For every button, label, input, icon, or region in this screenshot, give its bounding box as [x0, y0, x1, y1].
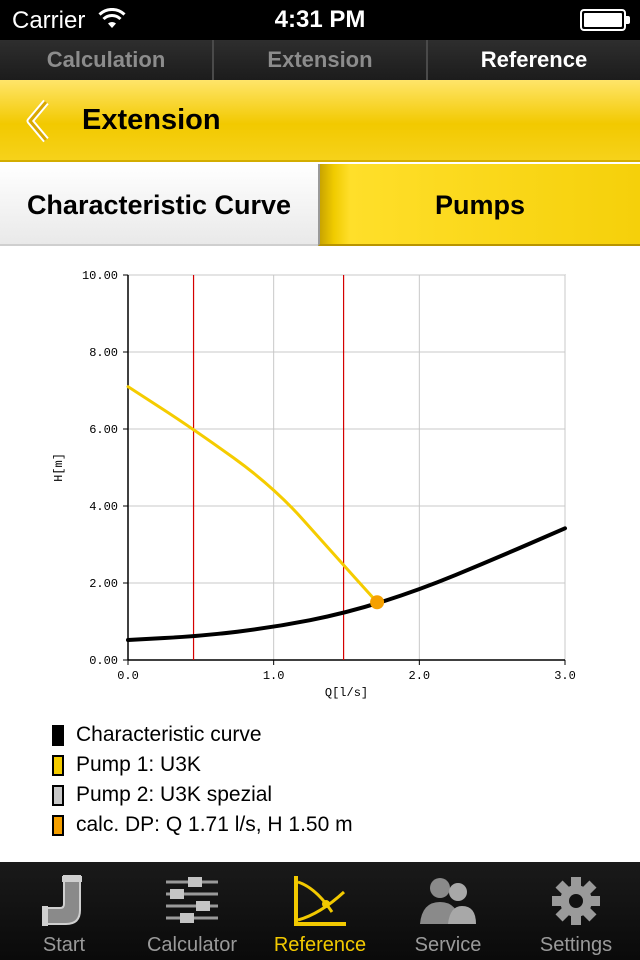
tab-calculation[interactable]: Calculation [0, 40, 214, 80]
tab-service[interactable]: Service [384, 862, 512, 960]
people-icon [420, 878, 476, 924]
curve-icon [294, 876, 346, 926]
legend-item-pump-1: Pump 1: U3K [52, 750, 353, 780]
tab-reference[interactable]: Reference [428, 40, 640, 80]
duty-point-marker [370, 595, 385, 610]
bottom-tab-bar: Start Calculator Reference Service Setti… [0, 862, 640, 960]
top-tab-bar: Calculation Extension Reference [0, 40, 640, 80]
y-tick-label: 8.00 [89, 346, 118, 360]
x-axis-label: Q[l/s] [325, 686, 368, 700]
tab-label: Reference [273, 934, 367, 956]
battery-icon [580, 9, 630, 31]
y-tick-label: 2.00 [89, 577, 118, 591]
segment-characteristic-curve[interactable]: Characteristic Curve [0, 164, 318, 246]
legend-item-duty-point: calc. DP: Q 1.71 l/s, H 1.50 m [52, 810, 353, 840]
legend-swatch [52, 724, 64, 746]
tab-extension[interactable]: Extension [214, 40, 428, 80]
status-bar: Carrier 4:31 PM [0, 0, 640, 40]
nav-header: Extension [0, 80, 640, 162]
legend-swatch [52, 814, 64, 836]
y-axis-label: H[m] [52, 453, 66, 482]
legend-swatch [52, 784, 64, 806]
y-tick-label: 0.00 [89, 654, 118, 668]
tab-label: Calculator [146, 934, 238, 956]
legend-item-pump-2: Pump 2: U3K spezial [52, 780, 353, 810]
tab-reference-bottom[interactable]: Reference [256, 862, 384, 960]
segment-pumps[interactable]: Pumps [318, 164, 640, 246]
page-title: Extension [82, 104, 221, 136]
legend-label: Characteristic curve [76, 723, 262, 746]
tab-settings[interactable]: Settings [512, 862, 640, 960]
legend-item-characteristic-curve: Characteristic curve [52, 720, 353, 750]
y-tick-label: 4.00 [89, 500, 118, 514]
gear-icon [552, 877, 600, 925]
tab-label: Service [414, 934, 482, 956]
tab-label: Settings [539, 934, 613, 956]
x-tick-label: 0.0 [117, 669, 139, 683]
clock: 4:31 PM [274, 6, 366, 33]
legend-label: Pump 2: U3K spezial [76, 783, 273, 806]
chevron-left-icon[interactable] [22, 98, 56, 144]
chart-legend: Characteristic curve Pump 1: U3K Pump 2:… [52, 720, 353, 840]
legend-label: calc. DP: Q 1.71 l/s, H 1.50 m [76, 813, 353, 836]
tab-label: Start [42, 934, 86, 956]
x-tick-label: 1.0 [263, 669, 285, 683]
y-tick-label: 6.00 [89, 423, 118, 437]
segmented-control: Characteristic Curve Pumps [0, 164, 640, 246]
tab-calculator[interactable]: Calculator [128, 862, 256, 960]
tab-start[interactable]: Start [0, 862, 128, 960]
y-tick-label: 10.00 [82, 269, 118, 283]
legend-swatch [52, 754, 64, 776]
legend-label: Pump 1: U3K [76, 753, 201, 776]
characteristic-curve-chart: 0.0 1.0 2.0 3.0 0.00 2.00 4.00 6.00 8.00 10.00 Q[l… [52, 269, 576, 700]
pipe-icon [42, 875, 82, 926]
sliders-icon [166, 877, 218, 923]
x-tick-label: 3.0 [554, 669, 576, 683]
x-tick-label: 2.0 [409, 669, 431, 683]
